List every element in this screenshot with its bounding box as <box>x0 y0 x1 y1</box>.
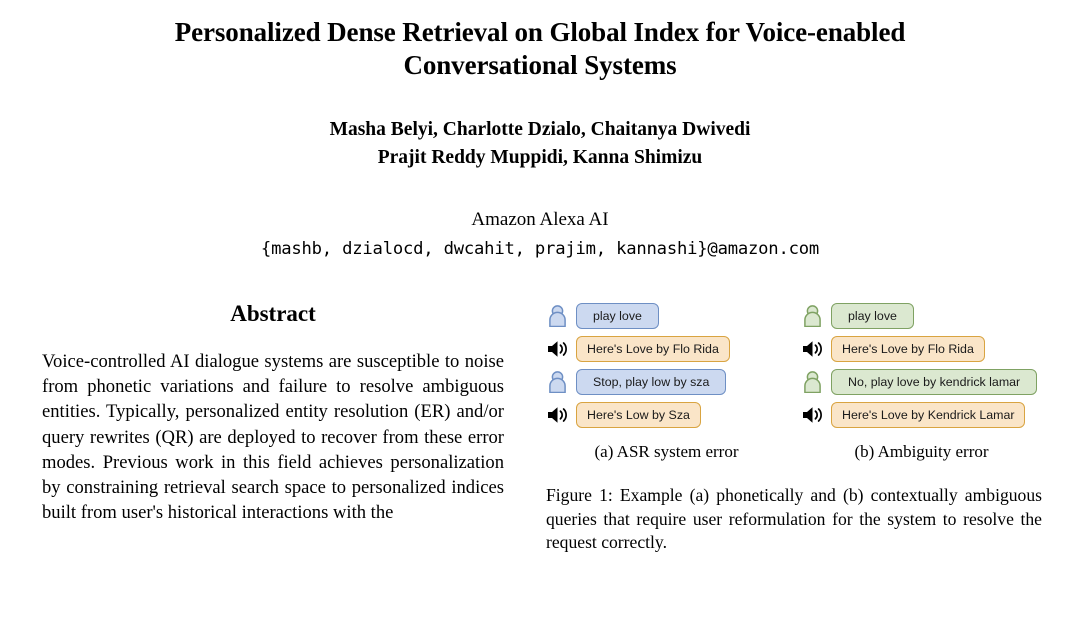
dialog-row: Here's Love by Flo Rida <box>801 335 1042 363</box>
author-line-2: Prajit Reddy Muppidi, Kanna Shimizu <box>377 146 703 168</box>
speaker-icon <box>801 403 824 427</box>
speaker-icon <box>546 403 569 427</box>
page-title: Personalized Dense Retrieval on Global I… <box>174 17 906 80</box>
contact-emails: {mashb, dzialocd, dwcahit, prajim, kanna… <box>260 238 820 259</box>
dialog-row: play love <box>801 302 1042 330</box>
figure-column: play love Here's Love by Flo Rida Stop, … <box>546 301 1042 554</box>
abstract-text: Voice-controlled AI dialogue systems are… <box>42 351 504 524</box>
dialog-bubble: Here's Love by Kendrick Lamar <box>831 401 1026 429</box>
abstract-column: Abstract Voice-controlled AI dialogue sy… <box>42 301 504 525</box>
speaker-icon <box>801 337 824 361</box>
dialog-row: Here's Low by Sza <box>546 401 787 429</box>
figure-subcaptions: (a) ASR system error (b) Ambiguity error <box>546 442 1042 462</box>
affiliation: Amazon Alexa AI <box>471 209 609 231</box>
figure-caption: Figure 1: Example (a) phonetically and (… <box>546 485 1042 552</box>
author-list: Masha Belyi, Charlotte Dzialo, Chaitanya… <box>60 116 1020 171</box>
dialog-bubble: No, play love by kendrick lamar <box>831 368 1038 396</box>
body-columns: Abstract Voice-controlled AI dialogue sy… <box>0 301 1080 554</box>
person-icon <box>546 370 569 394</box>
dialog-panel-b: play love Here's Love by Flo Rida No, pl… <box>801 302 1042 435</box>
affiliation-block: Amazon Alexa AI {mashb, dzialocd, dwcahi… <box>60 207 1020 261</box>
speaker-icon <box>546 337 569 361</box>
paper-masthead: Personalized Dense Retrieval on Global I… <box>0 0 1080 261</box>
figure-panels: play love Here's Love by Flo Rida Stop, … <box>546 302 1042 435</box>
dialog-panel-a: play love Here's Love by Flo Rida Stop, … <box>546 302 787 435</box>
subcaption-b: (b) Ambiguity error <box>854 442 989 462</box>
abstract-heading: Abstract <box>230 301 316 327</box>
dialog-bubble: play love <box>576 302 659 330</box>
dialog-bubble: Here's Low by Sza <box>576 401 701 429</box>
dialog-row: Here's Love by Flo Rida <box>546 335 787 363</box>
person-icon <box>546 304 569 328</box>
person-icon <box>801 304 824 328</box>
dialog-row: play love <box>546 302 787 330</box>
subcaption-a: (a) ASR system error <box>594 442 739 462</box>
dialog-row: Stop, play low by sza <box>546 368 787 396</box>
dialog-bubble: play love <box>831 302 914 330</box>
author-line-1: Masha Belyi, Charlotte Dzialo, Chaitanya… <box>329 118 751 140</box>
dialog-bubble: Stop, play low by sza <box>576 368 727 396</box>
dialog-bubble: Here's Love by Flo Rida <box>576 335 730 363</box>
person-icon <box>801 370 824 394</box>
dialog-bubble: Here's Love by Flo Rida <box>831 335 985 363</box>
dialog-row: No, play love by kendrick lamar <box>801 368 1042 396</box>
dialog-row: Here's Love by Kendrick Lamar <box>801 401 1042 429</box>
